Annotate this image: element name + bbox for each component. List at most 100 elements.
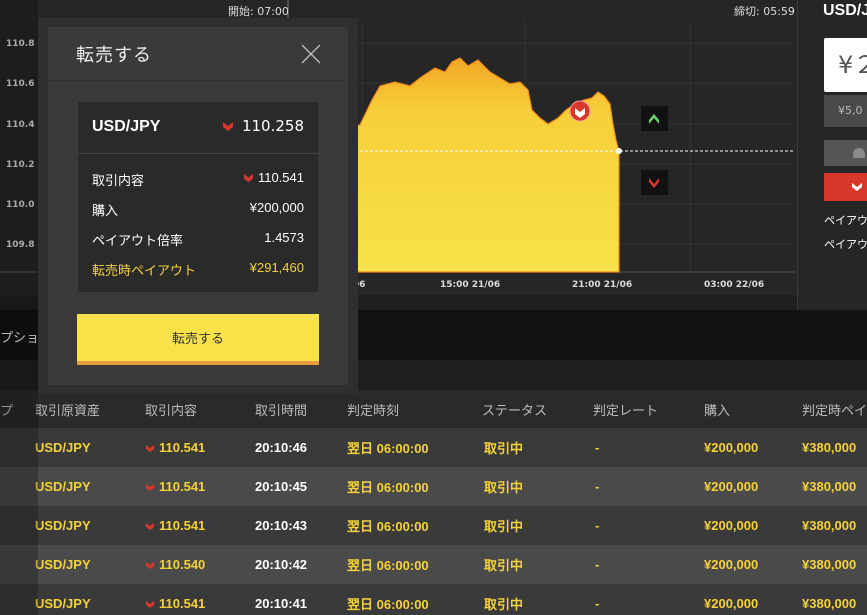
cell-text: USD/JPY bbox=[35, 557, 91, 572]
cell-rate: 110.541 bbox=[145, 428, 205, 467]
y-tick-label: 110.4 bbox=[6, 120, 34, 130]
summary-label: 購入 bbox=[92, 204, 119, 219]
cell-text: ¥380,000 bbox=[802, 557, 857, 572]
app-root: 開始: 07:00 締切: 05:59 110.8 110.6 110.4 110.2… bbox=[0, 0, 867, 615]
table-row[interactable]: USD/JPY 110.541 20:10:41 翌日 06:00:00 取引中 - ¥20… bbox=[0, 584, 867, 615]
current-rate-dot bbox=[616, 148, 622, 154]
resell-dialog: 転売する USD/JPY 110.258 取引内容 110.541 購入 ¥20… bbox=[48, 27, 348, 385]
cell-payout: ¥380,000 bbox=[802, 584, 856, 615]
cell-asset: USD/JPY bbox=[35, 545, 91, 584]
cell-time: 20:10:45 bbox=[255, 467, 307, 506]
summary-row-content: 取引内容 110.541 bbox=[92, 170, 304, 190]
cell-text: ¥200,000 bbox=[704, 596, 759, 611]
dialog-header: 転売する bbox=[48, 27, 348, 81]
payout-label-1: ペイアウ bbox=[824, 214, 867, 227]
table-row[interactable]: USD/JPY 110.540 20:10:42 翌日 06:00:00 取引中 - ¥20… bbox=[0, 545, 867, 584]
cell-rate: 110.541 bbox=[145, 506, 205, 545]
cell-judge: 翌日 06:00:00 bbox=[347, 428, 429, 467]
table-row[interactable]: USD/JPY 110.541 20:10:45 翌日 06:00:00 取引中 - ¥20… bbox=[0, 467, 867, 506]
col-header-status: ステータス bbox=[482, 403, 548, 419]
resell-button[interactable]: 転売する bbox=[77, 314, 319, 365]
summary-header: USD/JPY 110.258 bbox=[78, 102, 318, 154]
cell-purchase: ¥200,000 bbox=[704, 584, 758, 615]
cell-rate: 110.541 bbox=[145, 467, 205, 506]
summary-value: 1.4573 bbox=[264, 230, 304, 245]
summary-value: 110.541 bbox=[257, 170, 304, 185]
low-arrow-icon bbox=[222, 121, 233, 131]
cell-text: USD/JPY bbox=[35, 518, 91, 533]
cell-rate: 110.541 bbox=[145, 584, 205, 615]
table-row[interactable]: USD/JPY 110.541 20:10:43 翌日 06:00:00 取引中 - ¥20… bbox=[0, 506, 867, 545]
high-indicator-icon bbox=[641, 106, 668, 131]
cell-text: 20:10:42 bbox=[255, 557, 308, 572]
cell-text: 20:10:45 bbox=[255, 479, 308, 494]
cell-purchase: ¥200,000 bbox=[704, 506, 758, 545]
cell-text: - bbox=[595, 596, 600, 611]
cell-text: 取引中 bbox=[484, 558, 524, 573]
amount-input[interactable]: ¥２ bbox=[824, 38, 867, 92]
summary-label: 転売時ペイアウト bbox=[92, 264, 197, 279]
summary-value: ¥291,460 bbox=[249, 260, 304, 275]
cell-text: 翌日 06:00:00 bbox=[347, 441, 429, 456]
cell-payout: ¥380,000 bbox=[802, 545, 856, 584]
cell-text: 110.540 bbox=[159, 557, 206, 572]
cell-text: ¥200,000 bbox=[704, 557, 759, 572]
close-icon[interactable] bbox=[300, 43, 322, 65]
cell-text: 取引中 bbox=[484, 597, 524, 612]
cell-text: 翌日 06:00:00 bbox=[347, 597, 429, 612]
cell-status: 取引中 bbox=[484, 506, 523, 545]
table-header: プ 取引原資産 取引内容 取引時間 判定時刻 ステータス 判定レート 購入 判定… bbox=[0, 390, 867, 428]
cell-text: ¥200,000 bbox=[704, 518, 759, 533]
summary-current-rate: 110.258 bbox=[222, 117, 304, 135]
cell-text: 110.541 bbox=[159, 440, 206, 455]
amount-preset-button[interactable]: ¥5,0 bbox=[824, 95, 867, 127]
low-indicator-icon bbox=[641, 170, 668, 195]
cell-status: 取引中 bbox=[484, 467, 523, 506]
cell-judge-rate: - bbox=[595, 506, 599, 545]
col-header-judge-time: 判定時刻 bbox=[347, 403, 400, 419]
cell-purchase: ¥200,000 bbox=[704, 428, 758, 467]
cell-payout: ¥380,000 bbox=[802, 467, 856, 506]
high-icon bbox=[853, 148, 865, 158]
cell-text: 取引中 bbox=[484, 441, 524, 456]
cell-asset: USD/JPY bbox=[35, 584, 91, 615]
summary-rate-value: 110.258 bbox=[241, 117, 304, 135]
cell-judge-rate: - bbox=[595, 584, 599, 615]
cell-text: 翌日 06:00:00 bbox=[347, 519, 429, 534]
y-axis-labels: 110.8 110.6 110.4 110.2 110.0 109.8 bbox=[6, 39, 34, 250]
cell-text: USD/JPY bbox=[35, 479, 91, 494]
cell-text: - bbox=[595, 479, 600, 494]
trade-marker[interactable] bbox=[569, 100, 591, 122]
cell-judge: 翌日 06:00:00 bbox=[347, 545, 429, 584]
payout-label-2: ペイアウ bbox=[824, 238, 867, 251]
col-header-judge-rate: 判定レート bbox=[593, 403, 659, 419]
cell-text: ¥380,000 bbox=[802, 518, 857, 533]
cell-judge: 翌日 06:00:00 bbox=[347, 506, 429, 545]
cell-text: 20:10:43 bbox=[255, 518, 308, 533]
start-time-label: 開始: 07:00 bbox=[228, 4, 289, 18]
col-header-content: 取引内容 bbox=[145, 403, 198, 419]
y-tick-label: 110.2 bbox=[6, 160, 34, 170]
col-header-purchase: 購入 bbox=[704, 403, 731, 419]
cell-time: 20:10:41 bbox=[255, 584, 307, 615]
cell-judge-rate: - bbox=[595, 428, 599, 467]
cell-status: 取引中 bbox=[484, 584, 523, 615]
cell-judge: 翌日 06:00:00 bbox=[347, 584, 429, 615]
low-arrow-icon bbox=[145, 600, 155, 609]
cell-asset: USD/JPY bbox=[35, 428, 91, 467]
cell-text: 20:10:41 bbox=[255, 596, 308, 611]
low-button[interactable] bbox=[824, 173, 867, 201]
cell-status: 取引中 bbox=[484, 428, 523, 467]
table-row[interactable]: USD/JPY 110.541 20:10:46 翌日 06:00:00 取引中 - ¥20… bbox=[0, 428, 867, 467]
high-button[interactable] bbox=[824, 140, 867, 166]
cell-status: 取引中 bbox=[484, 545, 523, 584]
summary-label: ペイアウト倍率 bbox=[92, 234, 184, 249]
cell-text: 翌日 06:00:00 bbox=[347, 480, 429, 495]
cell-text: 取引中 bbox=[484, 480, 524, 495]
x-tick-label: 15:00 21/06 bbox=[440, 280, 500, 290]
x-tick-label: 21:00 21/06 bbox=[572, 280, 632, 290]
cell-text: ¥380,000 bbox=[802, 479, 857, 494]
cell-text: 取引中 bbox=[484, 519, 524, 534]
option-tab[interactable]: プショ bbox=[0, 327, 39, 346]
cell-text: ¥200,000 bbox=[704, 479, 759, 494]
